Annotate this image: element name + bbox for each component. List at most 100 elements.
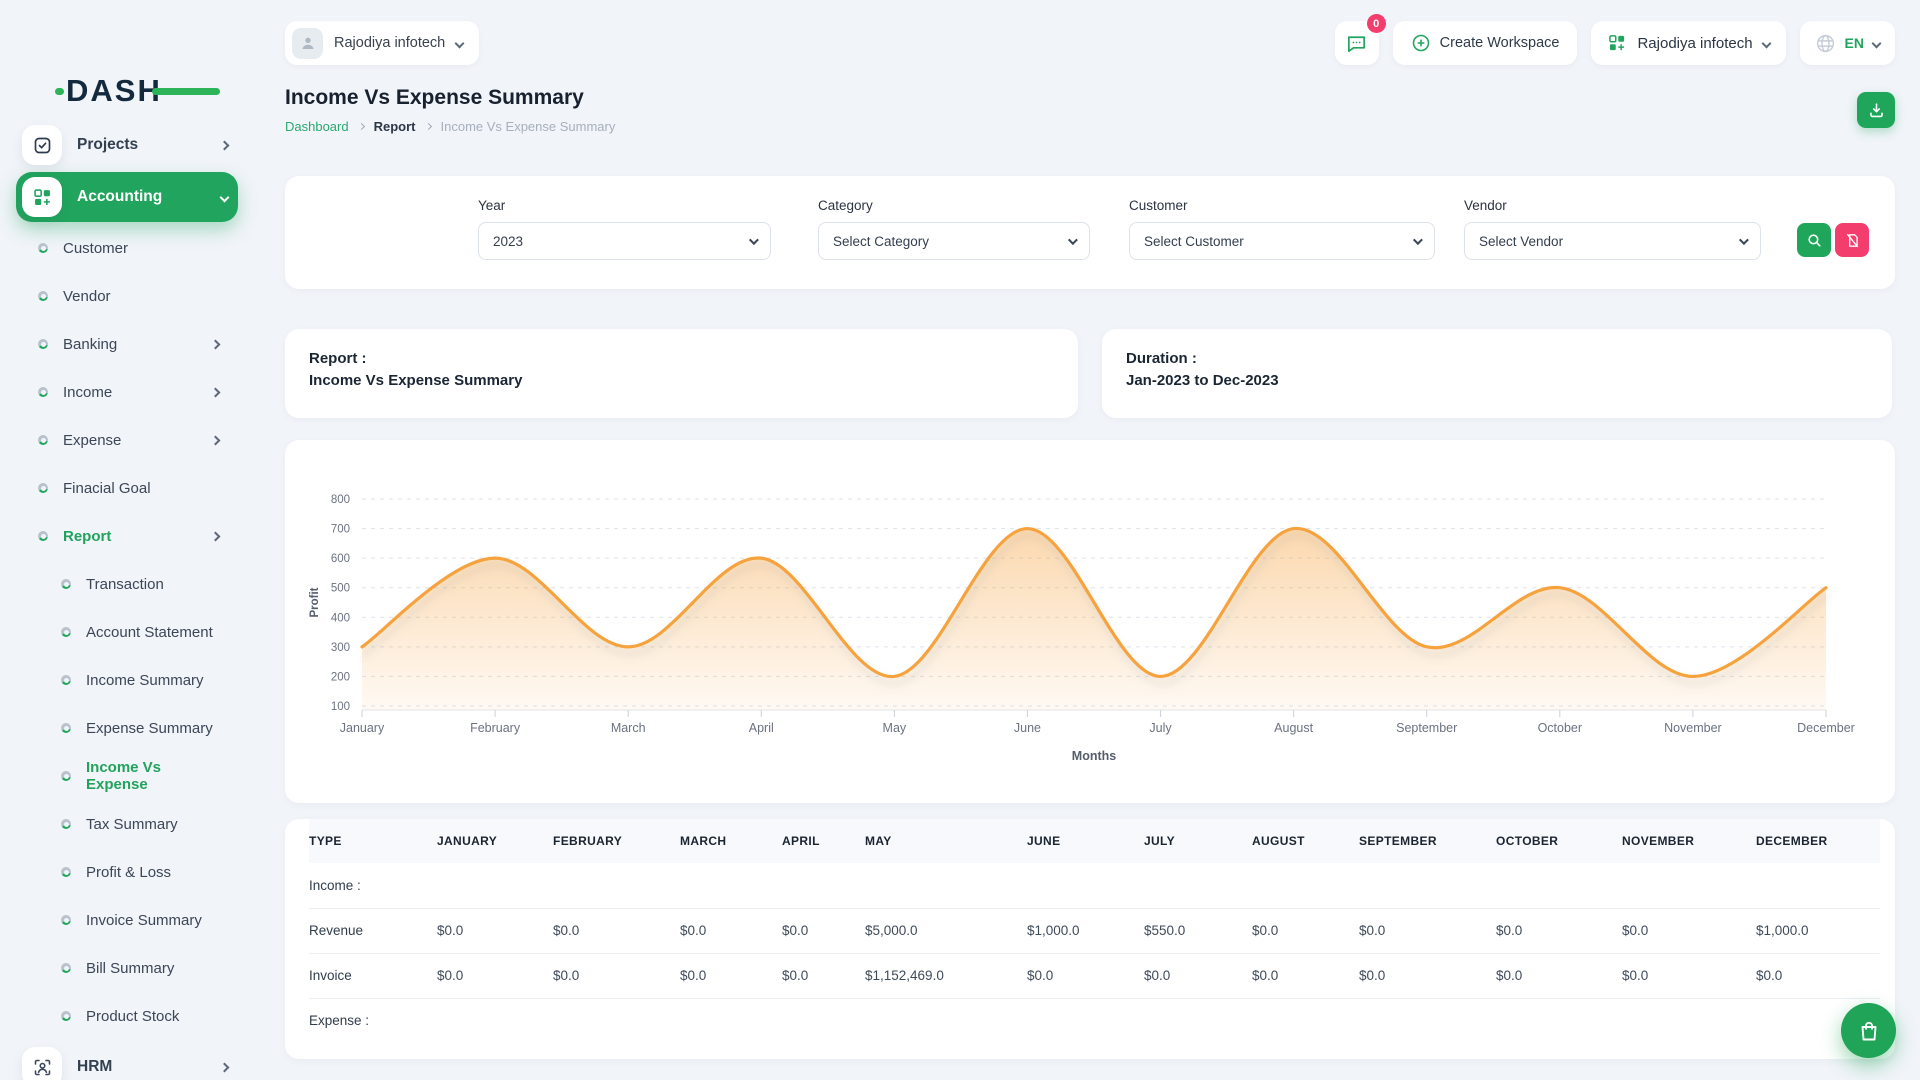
projects-icon xyxy=(32,135,53,156)
svg-text:August: August xyxy=(1274,721,1313,735)
breadcrumb-report[interactable]: Report xyxy=(374,119,416,134)
bullet-icon xyxy=(61,771,71,781)
sidebar-item-income-summary[interactable]: Income Summary xyxy=(0,656,257,704)
bullet-icon xyxy=(38,291,48,301)
amount-cell: $0.0 xyxy=(1359,908,1496,953)
language-selector[interactable]: EN xyxy=(1800,21,1895,65)
category-select-value: Select Category xyxy=(833,234,929,249)
bullet-icon xyxy=(38,387,48,397)
accounting-icon xyxy=(32,187,53,208)
sidebar-item-income-vs-expense[interactable]: Income Vs Expense xyxy=(0,752,257,800)
workspace-selector[interactable]: Rajodiya infotech xyxy=(285,21,479,65)
create-workspace-button[interactable]: Create Workspace xyxy=(1393,21,1578,65)
svg-text:Profit: Profit xyxy=(309,587,321,617)
download-report-button[interactable] xyxy=(1857,92,1895,128)
breadcrumb: Dashboard Report Income Vs Expense Summa… xyxy=(285,119,615,134)
breadcrumb-dashboard[interactable]: Dashboard xyxy=(285,119,349,134)
sidebar-item-accounting[interactable]: Accounting xyxy=(16,172,238,222)
svg-text:200: 200 xyxy=(331,671,350,683)
sidebar-item-label: Income xyxy=(63,384,112,401)
chat-icon xyxy=(1345,32,1368,55)
sidebar-item-income[interactable]: Income xyxy=(0,368,257,416)
amount-cell: $1,152,469.0 xyxy=(865,953,1027,998)
header-actions: 0 Create Workspace Rajodiya infotech xyxy=(1335,21,1895,65)
sidebar-nav: ProjectsAccountingCustomerVendorBanking I… xyxy=(0,118,257,1080)
sidebar-item-hrm[interactable]: HRM xyxy=(16,1042,238,1080)
column-header: NOVEMBER xyxy=(1622,819,1756,863)
column-header: DECEMBER xyxy=(1756,819,1880,863)
apply-filter-button[interactable] xyxy=(1797,223,1831,257)
table-row: Revenue$0.0$0.0$0.0$0.0$5,000.0$1,000.0$… xyxy=(309,908,1880,953)
section-label: Expense : xyxy=(309,998,437,1043)
amount-cell: $0.0 xyxy=(1496,953,1622,998)
amount-cell: $0.0 xyxy=(1359,953,1496,998)
sidebar-item-label: Income Vs Expense xyxy=(86,759,219,793)
column-header: JULY xyxy=(1144,819,1252,863)
amount-cell: $0.0 xyxy=(553,908,680,953)
svg-text:July: July xyxy=(1149,721,1172,735)
income-expense-table-card: TYPEJANUARYFEBRUARYMARCHAPRILMAYJUNEJULY… xyxy=(285,819,1895,1059)
svg-text:December: December xyxy=(1797,721,1855,735)
hrm-icon xyxy=(32,1057,53,1078)
main-content: Rajodiya infotech 0 Create Workspace xyxy=(257,0,1920,1080)
sidebar-item-expense-summary[interactable]: Expense Summary xyxy=(0,704,257,752)
category-label: Category xyxy=(818,198,1090,213)
reset-filter-button[interactable] xyxy=(1835,223,1869,257)
table-section-row: Expense : xyxy=(309,998,1880,1043)
sidebar-item-report[interactable]: Report xyxy=(0,512,257,560)
bullet-icon xyxy=(61,819,71,829)
sidebar-item-label: Tax Summary xyxy=(86,816,178,833)
svg-text:February: February xyxy=(470,721,521,735)
svg-text:700: 700 xyxy=(331,524,350,536)
svg-text:600: 600 xyxy=(331,553,350,565)
amount-cell: $0.0 xyxy=(553,953,680,998)
sidebar-item-expense[interactable]: Expense xyxy=(0,416,257,464)
amount-cell: $0.0 xyxy=(1027,953,1144,998)
vendor-select[interactable]: Select Vendor xyxy=(1464,222,1761,260)
sidebar-item-product-stock[interactable]: Product Stock xyxy=(0,992,257,1040)
filter-vendor: Vendor Select Vendor xyxy=(1464,198,1761,289)
page-title: Income Vs Expense Summary xyxy=(285,86,615,110)
sidebar-item-vendor[interactable]: Vendor xyxy=(0,272,257,320)
sidebar-item-tax-summary[interactable]: Tax Summary xyxy=(0,800,257,848)
column-header: APRIL xyxy=(782,819,865,863)
sidebar-item-label: Bill Summary xyxy=(86,960,174,977)
customer-select[interactable]: Select Customer xyxy=(1129,222,1435,260)
chevron-down-icon xyxy=(455,38,465,48)
sidebar-item-account-statement[interactable]: Account Statement xyxy=(0,608,257,656)
sidebar-item-projects[interactable]: Projects xyxy=(16,120,238,170)
amount-cell: $1,000.0 xyxy=(1027,908,1144,953)
vendor-select-value: Select Vendor xyxy=(1479,234,1563,249)
duration-card-value: Jan-2023 to Dec-2023 xyxy=(1126,372,1868,389)
messenger-button[interactable]: 0 xyxy=(1335,21,1379,65)
amount-cell: $0.0 xyxy=(680,908,782,953)
svg-text:500: 500 xyxy=(331,583,350,595)
bullet-icon xyxy=(38,531,48,541)
svg-text:March: March xyxy=(611,721,646,735)
amount-cell: $0.0 xyxy=(1756,953,1880,998)
sidebar-item-profit-loss[interactable]: Profit & Loss xyxy=(0,848,257,896)
sidebar-item-finacial-goal[interactable]: Finacial Goal xyxy=(0,464,257,512)
chevron-down-icon xyxy=(220,192,230,202)
sidebar-item-transaction[interactable]: Transaction xyxy=(0,560,257,608)
workspace-switcher[interactable]: Rajodiya infotech xyxy=(1591,21,1785,65)
sidebar-item-invoice-summary[interactable]: Invoice Summary xyxy=(0,896,257,944)
svg-text:April: April xyxy=(749,721,774,735)
sidebar-item-customer[interactable]: Customer xyxy=(0,224,257,272)
chevron-down-icon xyxy=(1761,38,1771,48)
floating-cart-button[interactable] xyxy=(1841,1003,1896,1058)
column-header: SEPTEMBER xyxy=(1359,819,1496,863)
year-select[interactable]: 2023 xyxy=(478,222,771,260)
sidebar-item-bill-summary[interactable]: Bill Summary xyxy=(0,944,257,992)
sidebar-item-banking[interactable]: Banking xyxy=(0,320,257,368)
summary-cards: Report : Income Vs Expense Summary Durat… xyxy=(285,329,1895,418)
category-select[interactable]: Select Category xyxy=(818,222,1090,260)
globe-icon xyxy=(1815,33,1836,54)
user-icon xyxy=(299,34,317,52)
bullet-icon xyxy=(61,627,71,637)
svg-text:January: January xyxy=(340,721,385,735)
column-header: OCTOBER xyxy=(1496,819,1622,863)
table-row: Invoice$0.0$0.0$0.0$0.0$1,152,469.0$0.0$… xyxy=(309,953,1880,998)
svg-text:September: September xyxy=(1396,721,1457,735)
brand-logo[interactable]: DASH xyxy=(66,72,162,110)
